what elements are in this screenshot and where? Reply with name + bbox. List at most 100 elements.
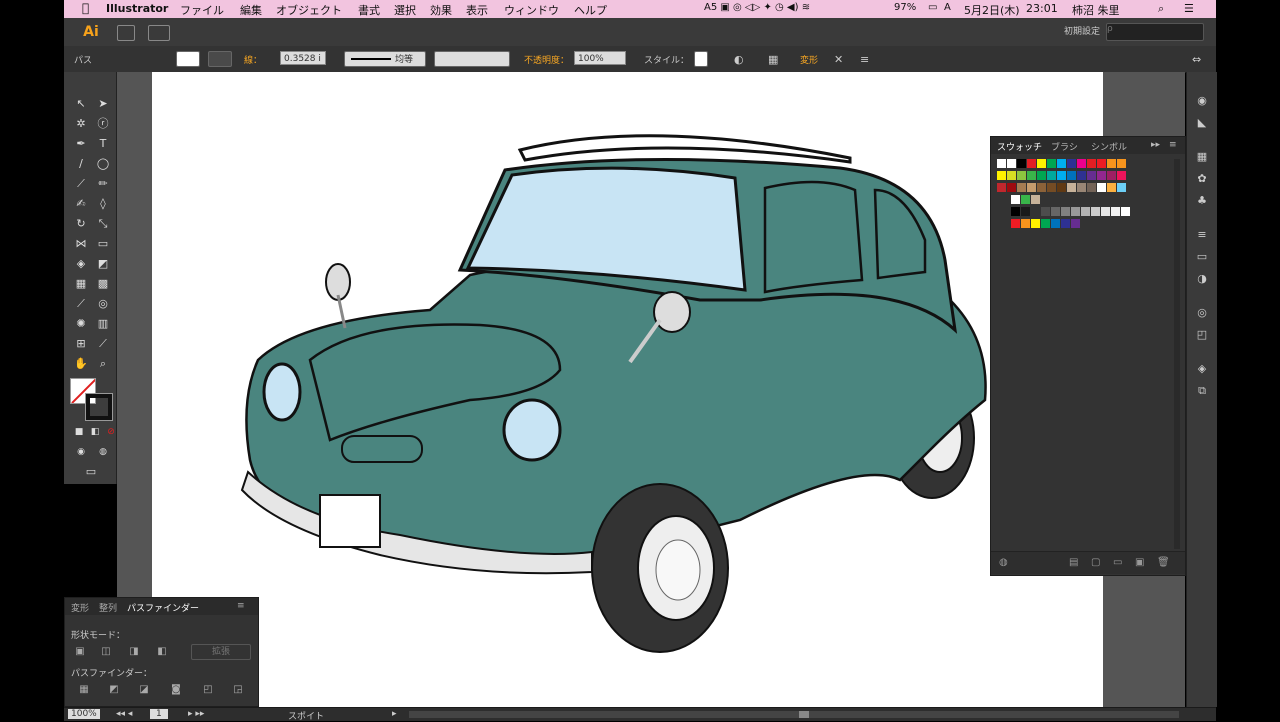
panel-menu-icon[interactable]: ⇔ <box>1192 53 1201 66</box>
line-tool-icon[interactable]: ∕ <box>72 156 90 172</box>
brushes-panel-icon[interactable]: ✿ <box>1194 172 1210 186</box>
color-group-icon[interactable]: ▢ <box>1091 557 1100 568</box>
color-swatch[interactable] <box>1091 207 1100 216</box>
color-swatch[interactable] <box>1077 183 1086 192</box>
new-swatch-icon[interactable]: ▣ <box>1135 557 1144 568</box>
shape-builder-tool-icon[interactable]: ◈ <box>72 256 90 272</box>
zoom-level[interactable]: 100% <box>68 709 100 719</box>
paintbrush-tool-icon[interactable]: ⟋ <box>72 176 90 192</box>
color-swatch[interactable] <box>1071 207 1080 216</box>
graphic-style-dropdown[interactable] <box>694 51 708 67</box>
lasso-tool-icon[interactable]: ⓡ <box>94 116 112 132</box>
color-swatch[interactable] <box>1017 183 1026 192</box>
color-swatch[interactable] <box>1011 207 1020 216</box>
color-swatch[interactable] <box>1087 183 1096 192</box>
control-menu-icon[interactable]: ≡ <box>860 53 869 66</box>
panel-options-icon[interactable]: ≡ <box>1169 140 1177 150</box>
artboard[interactable] <box>152 72 1103 707</box>
menu-app-name[interactable]: Illustrator <box>106 2 168 15</box>
battery-level[interactable]: 97% <box>894 2 916 13</box>
merge-icon[interactable]: ◪ <box>137 684 151 696</box>
color-swatch[interactable] <box>1037 159 1046 168</box>
color-swatch[interactable] <box>1047 171 1056 180</box>
color-swatch[interactable] <box>1097 159 1106 168</box>
color-swatch[interactable] <box>1097 183 1106 192</box>
color-swatch[interactable] <box>1007 159 1016 168</box>
color-swatch[interactable] <box>1007 171 1016 180</box>
notification-center-icon[interactable]: ☰ <box>1184 2 1194 15</box>
color-guide-icon[interactable]: ◣ <box>1194 116 1210 130</box>
color-swatch[interactable] <box>1117 183 1126 192</box>
color-swatch[interactable] <box>1021 219 1030 228</box>
tab-swatches[interactable]: スウォッチ <box>997 140 1042 153</box>
screen-mode-icon[interactable]: ▭ <box>82 464 100 480</box>
delete-swatch-icon[interactable]: 🗑 <box>1157 557 1170 568</box>
drawing-mode-icon[interactable]: ◉ <box>72 444 90 460</box>
ellipse-tool-icon[interactable]: ◯ <box>94 156 112 172</box>
apple-icon[interactable]:  <box>82 1 89 15</box>
color-swatch[interactable] <box>1061 219 1070 228</box>
type-tool-icon[interactable]: T <box>94 136 112 152</box>
menu-help[interactable]: ヘルプ <box>574 2 607 18</box>
color-swatch[interactable] <box>1107 171 1116 180</box>
spotlight-icon[interactable]: ⌕ <box>1158 2 1164 16</box>
divide-icon[interactable]: ▦ <box>77 684 91 696</box>
swatch-library-icon[interactable]: ◍ <box>999 557 1008 568</box>
stroke-swatch[interactable] <box>85 393 113 421</box>
artboards-panel-icon[interactable]: ⧉ <box>1194 384 1210 398</box>
color-swatch[interactable] <box>1027 159 1036 168</box>
perspective-grid-tool-icon[interactable]: ▦ <box>72 276 90 292</box>
opacity-field[interactable]: 100% <box>574 51 626 65</box>
tab-brushes[interactable]: ブラシ <box>1051 140 1078 153</box>
color-swatch[interactable] <box>1051 219 1060 228</box>
color-swatch[interactable] <box>1031 207 1040 216</box>
blob-brush-tool-icon[interactable]: ✍ <box>72 196 90 212</box>
color-swatch[interactable] <box>997 183 1006 192</box>
color-swatch[interactable] <box>1017 159 1026 168</box>
color-swatch[interactable] <box>1111 207 1120 216</box>
swatches-panel-icon[interactable]: ▦ <box>1194 150 1210 164</box>
blend-tool-icon[interactable]: ◎ <box>94 296 112 312</box>
variable-width-profile[interactable]: 均等 <box>344 51 426 67</box>
transparency-panel-icon[interactable]: ◑ <box>1194 272 1210 286</box>
color-swatch[interactable] <box>1041 207 1050 216</box>
color-swatch[interactable] <box>997 159 1006 168</box>
eraser-tool-icon[interactable]: ◊ <box>94 196 112 212</box>
color-swatch[interactable] <box>1021 195 1030 204</box>
color-swatch[interactable] <box>1081 207 1090 216</box>
color-panel-icon[interactable]: ◉ <box>1194 94 1210 108</box>
brush-definition[interactable] <box>434 51 510 67</box>
collapse-panel-icon[interactable]: ▸▸ <box>1151 140 1160 150</box>
recolor-artwork-icon[interactable]: ◐ <box>734 53 744 66</box>
gradient-panel-icon[interactable]: ▭ <box>1194 250 1210 264</box>
symbol-sprayer-tool-icon[interactable]: ✺ <box>72 316 90 332</box>
color-swatch[interactable] <box>1071 219 1080 228</box>
mesh-tool-icon[interactable]: ▩ <box>94 276 112 292</box>
color-swatch[interactable] <box>1087 171 1096 180</box>
menu-effect[interactable]: 効果 <box>430 2 452 18</box>
menu-date[interactable]: 5月2日(木) <box>964 2 1020 18</box>
color-swatch[interactable] <box>1037 183 1046 192</box>
symbols-panel-icon[interactable]: ♣ <box>1194 194 1210 208</box>
input-source-icon[interactable]: A <box>944 2 951 13</box>
prev-artboard-icon[interactable]: ◂◂ ◂ <box>116 709 132 719</box>
layers-panel-icon[interactable]: ◈ <box>1194 362 1210 376</box>
arrange-documents-icon[interactable] <box>148 25 170 41</box>
menu-select[interactable]: 選択 <box>394 2 416 18</box>
direct-selection-tool-icon[interactable]: ➤ <box>94 96 112 112</box>
panel-options-icon[interactable]: ≡ <box>237 601 245 611</box>
draw-inside-icon[interactable]: ◍ <box>94 444 112 460</box>
swatches-scrollbar[interactable] <box>1174 159 1180 549</box>
color-swatch[interactable] <box>1067 171 1076 180</box>
unite-icon[interactable]: ▣ <box>73 646 87 658</box>
color-swatch[interactable] <box>1011 195 1020 204</box>
live-paint-tool-icon[interactable]: ◩ <box>94 256 112 272</box>
outline-icon[interactable]: ◰ <box>201 684 215 696</box>
pencil-tool-icon[interactable]: ✏ <box>94 176 112 192</box>
color-swatch[interactable] <box>1021 207 1030 216</box>
color-swatch[interactable] <box>1037 171 1046 180</box>
color-swatch[interactable] <box>1087 159 1096 168</box>
color-swatch[interactable] <box>1017 171 1026 180</box>
color-swatch[interactable] <box>1047 159 1056 168</box>
color-swatch[interactable] <box>1117 171 1126 180</box>
